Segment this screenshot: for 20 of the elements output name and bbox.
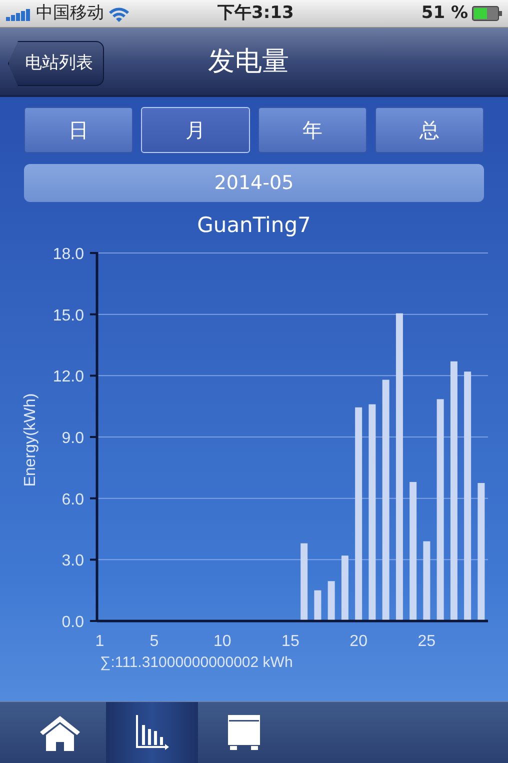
y-axis-title: Energy(kWh) bbox=[22, 393, 39, 487]
x-tick-label: 5 bbox=[150, 633, 159, 650]
total-energy: ∑:111.31000000000002 kWh bbox=[100, 654, 293, 671]
y-tick-label: 12.0 bbox=[52, 368, 84, 386]
y-tick-label: 6.0 bbox=[62, 491, 84, 508]
battery-percent: 51 % bbox=[421, 2, 468, 25]
x-tick-label: 1 bbox=[95, 633, 104, 650]
y-tick-label: 18.0 bbox=[52, 246, 84, 263]
x-tick-label: 10 bbox=[213, 633, 232, 650]
carrier-name: 中国移动 bbox=[36, 2, 104, 25]
x-tick-label: 25 bbox=[418, 633, 436, 650]
x-tick-label: 20 bbox=[350, 633, 368, 650]
chart-title: GuanTing7 bbox=[197, 213, 311, 237]
status-time: 下午3:13 bbox=[218, 2, 294, 25]
y-tick-label: 3.0 bbox=[62, 552, 84, 570]
y-tick-label: 15.0 bbox=[52, 307, 84, 324]
screen-title: 发电量 bbox=[208, 45, 289, 79]
y-tick-label: 0.0 bbox=[62, 614, 84, 631]
y-tick-label: 9.0 bbox=[62, 430, 84, 447]
x-tick-label: 15 bbox=[282, 633, 300, 650]
